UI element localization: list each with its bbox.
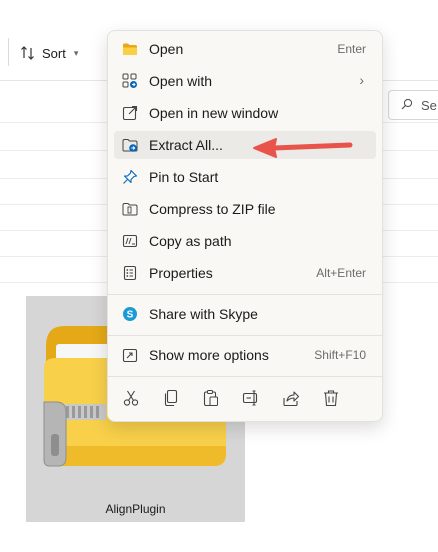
menu-item-label: Open with	[149, 73, 213, 89]
chevron-right-icon: ›	[359, 72, 364, 88]
zip-icon	[122, 201, 138, 217]
copy-icon[interactable]	[162, 389, 180, 407]
menu-item-label: Open in new window	[149, 105, 279, 121]
menu-separator	[108, 376, 382, 377]
skype-icon: S	[122, 306, 138, 322]
search-input[interactable]: Se	[388, 90, 438, 120]
extract-icon	[122, 137, 138, 153]
more-options-icon	[122, 347, 138, 363]
sort-icon	[20, 45, 36, 61]
toolbar-divider	[8, 38, 9, 66]
search-icon	[401, 98, 413, 113]
cut-icon[interactable]	[122, 389, 140, 407]
menu-item-share-skype[interactable]: S Share with Skype	[114, 300, 376, 328]
delete-icon[interactable]	[322, 389, 340, 407]
menu-separator	[108, 335, 382, 336]
annotation-arrow	[253, 138, 353, 158]
menu-item-label: Share with Skype	[149, 306, 258, 322]
sort-button[interactable]: Sort ▾	[20, 40, 78, 66]
open-with-icon	[122, 73, 138, 89]
menu-item-copy-as-path[interactable]: Copy as path	[114, 227, 376, 255]
menu-item-properties[interactable]: Properties Alt+Enter	[114, 259, 376, 287]
search-placeholder: Se	[421, 97, 437, 113]
file-name-label: AlignPlugin	[105, 502, 166, 516]
menu-item-pin-to-start[interactable]: Pin to Start	[114, 163, 376, 191]
sort-label: Sort	[42, 45, 66, 61]
menu-item-label: Open	[149, 41, 184, 57]
menu-item-shortcut: Alt+Enter	[316, 266, 366, 280]
menu-item-shortcut: Shift+F10	[314, 348, 366, 362]
menu-item-label: Show more options	[149, 347, 269, 363]
menu-item-label: Extract All...	[149, 137, 223, 153]
menu-item-open-with[interactable]: Open with ›	[114, 67, 376, 95]
menu-item-open-new-window[interactable]: Open in new window	[114, 99, 376, 127]
menu-item-shortcut: Enter	[337, 42, 366, 56]
share-icon[interactable]	[282, 389, 300, 407]
svg-text:S: S	[127, 310, 134, 321]
menu-item-open[interactable]: Open Enter	[114, 35, 376, 63]
menu-item-compress-zip[interactable]: Compress to ZIP file	[114, 195, 376, 223]
properties-icon	[122, 265, 138, 281]
rename-icon[interactable]	[242, 389, 260, 407]
chevron-down-icon: ▾	[73, 47, 79, 58]
paste-icon[interactable]	[202, 389, 220, 407]
copy-path-icon	[122, 233, 138, 249]
file-explorer-window: Sort ▾ Se AlignPlugin Open Enter Open wi…	[0, 0, 438, 552]
menu-item-show-more-options[interactable]: Show more options Shift+F10	[114, 341, 376, 369]
menu-item-label: Compress to ZIP file	[149, 201, 276, 217]
menu-separator	[108, 294, 382, 295]
folder-icon	[122, 41, 138, 57]
menu-quick-actions	[108, 383, 382, 413]
menu-item-label: Properties	[149, 265, 213, 281]
menu-item-label: Pin to Start	[149, 169, 219, 185]
context-menu: Open Enter Open with › Open in new windo…	[107, 30, 383, 422]
pin-icon	[122, 169, 138, 185]
menu-item-label: Copy as path	[149, 233, 232, 249]
new-window-icon	[122, 105, 138, 121]
